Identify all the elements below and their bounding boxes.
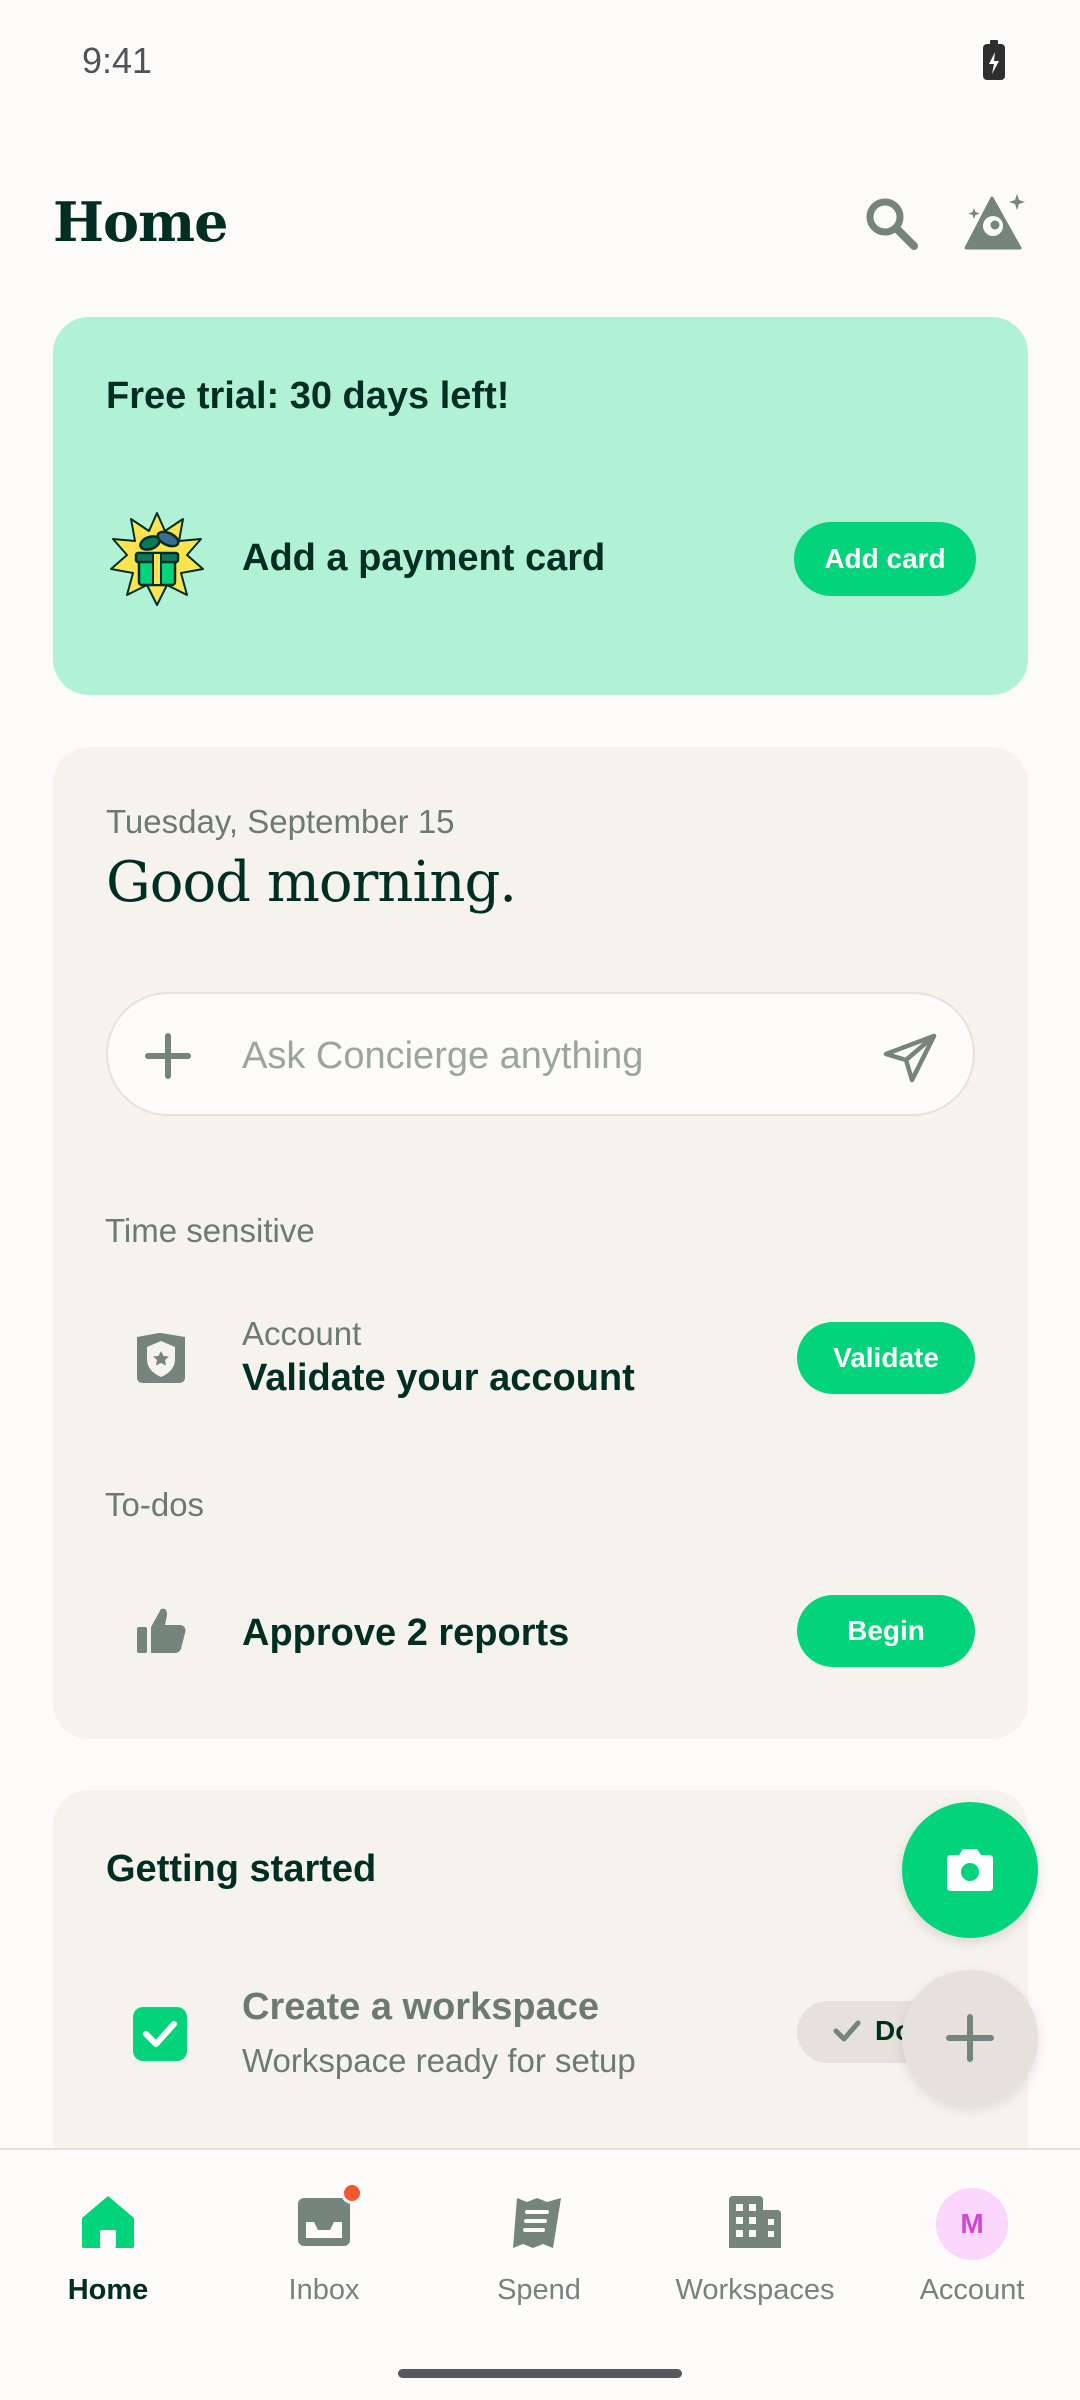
thumbs-up-icon: [131, 1601, 191, 1661]
nav-account[interactable]: M Account: [877, 2180, 1067, 2330]
validate-button[interactable]: Validate: [797, 1322, 975, 1394]
nav-workspaces[interactable]: Workspaces: [660, 2180, 850, 2330]
scan-receipt-fab[interactable]: [902, 1802, 1038, 1938]
status-bar: 9:41: [0, 0, 1080, 130]
header: Home: [0, 180, 1080, 260]
send-icon: [883, 1033, 937, 1083]
plus-icon: [145, 1033, 191, 1079]
send-button[interactable]: [882, 1030, 938, 1086]
battery-icon: [983, 40, 1005, 80]
receipt-icon: [513, 2198, 561, 2248]
begin-button[interactable]: Begin: [797, 1595, 975, 1667]
plus-icon: [946, 2014, 994, 2062]
nav-home[interactable]: Home: [13, 2180, 203, 2330]
concierge-input[interactable]: [242, 1028, 842, 1084]
add-card-button[interactable]: Add card: [794, 522, 976, 596]
greeting-card: Tuesday, September 15 Good morning. Time…: [53, 747, 1028, 1739]
nav-spend-label: Spend: [497, 2274, 581, 2306]
camera-icon: [947, 1849, 993, 1891]
date-text: Tuesday, September 15: [106, 803, 455, 840]
concierge-button[interactable]: [962, 190, 1028, 256]
page-title: Home: [53, 190, 229, 254]
time-sensitive-label: Time sensitive: [105, 1212, 315, 1249]
nav-home-label: Home: [67, 2274, 149, 2306]
concierge-icon: [964, 194, 1025, 250]
approve-reports-title: Approve 2 reports: [242, 1612, 570, 1654]
search-icon: [866, 198, 918, 250]
gift-box-icon: [109, 511, 205, 607]
notification-badge: [341, 2182, 363, 2204]
nav-spend[interactable]: Spend: [444, 2180, 634, 2330]
check-icon: [833, 2020, 861, 2042]
concierge-composer: [106, 992, 975, 1116]
bottom-navigation: Home Inbox Spend Workspaces M Account: [0, 2148, 1080, 2400]
home-indicator[interactable]: [398, 2369, 682, 2378]
home-icon: [82, 2196, 134, 2248]
nav-workspaces-label: Workspaces: [675, 2274, 835, 2306]
create-workspace-title: Create a workspace: [242, 1986, 599, 2028]
validate-account-title: Validate your account: [242, 1357, 635, 1399]
status-time: 9:41: [82, 40, 153, 81]
free-trial-card: Free trial: 30 days left! Add a payment …: [53, 317, 1028, 695]
add-payment-card-label: Add a payment card: [242, 537, 606, 579]
building-icon: [729, 2196, 781, 2248]
avatar: M: [936, 2188, 1008, 2260]
create-workspace-subtitle: Workspace ready for setup: [242, 2042, 636, 2079]
search-button[interactable]: [860, 192, 924, 256]
task-category: Account: [242, 1315, 362, 1352]
todos-label: To-dos: [105, 1486, 205, 1523]
composer-plus-button[interactable]: [142, 1030, 194, 1082]
nav-inbox-label: Inbox: [288, 2274, 360, 2306]
greeting-heading: Good morning.: [106, 850, 517, 915]
getting-started-title: Getting started: [106, 1848, 377, 1890]
getting-started-card: Getting started Create a workspace Works…: [53, 1790, 1028, 2150]
shield-icon: [131, 1329, 191, 1389]
nav-account-label: Account: [919, 2274, 1025, 2306]
create-fab[interactable]: [902, 1970, 1038, 2106]
checkbox-checked-icon: [133, 2007, 187, 2061]
trial-title: Free trial: 30 days left!: [106, 375, 510, 417]
nav-inbox[interactable]: Inbox: [229, 2180, 419, 2330]
